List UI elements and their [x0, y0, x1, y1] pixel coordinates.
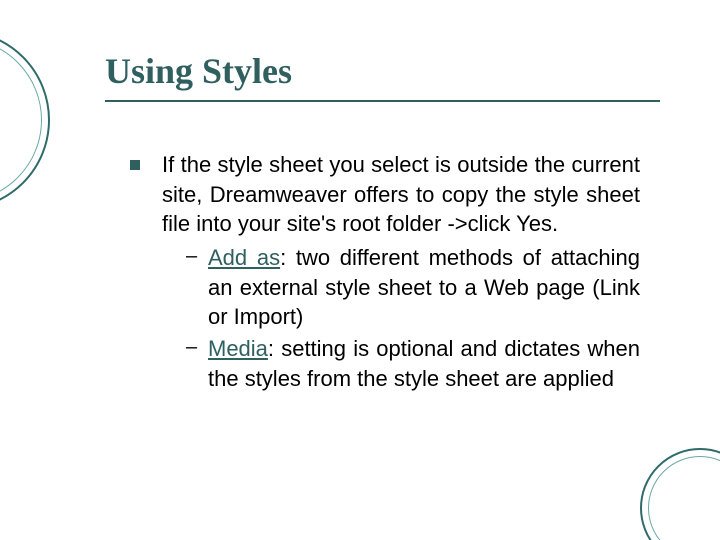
slide-title: Using Styles — [105, 50, 660, 98]
sub-list: – Add as: two different methods of attac… — [186, 243, 640, 393]
bullet-item: If the style sheet you select is outside… — [130, 150, 640, 394]
square-bullet-icon — [130, 160, 140, 170]
dash-bullet-icon: – — [186, 245, 202, 268]
dash-bullet-icon: – — [186, 336, 202, 359]
title-underline — [105, 100, 660, 102]
sub-keyword: Media — [208, 336, 268, 361]
decorative-ring-bottom-right — [640, 448, 720, 540]
sub-text: Add as: two different methods of attachi… — [208, 243, 640, 332]
title-block: Using Styles — [105, 50, 660, 102]
sub-item: – Media: setting is optional and dictate… — [186, 334, 640, 393]
sub-item: – Add as: two different methods of attac… — [186, 243, 640, 332]
body: If the style sheet you select is outside… — [130, 150, 640, 394]
slide: Using Styles If the style sheet you sele… — [0, 0, 720, 540]
bullet-content: If the style sheet you select is outside… — [162, 150, 640, 394]
sub-text: Media: setting is optional and dictates … — [208, 334, 640, 393]
sub-rest: : setting is optional and dictates when … — [208, 336, 640, 391]
bullet-text: If the style sheet you select is outside… — [162, 150, 640, 239]
sub-keyword: Add as — [208, 245, 280, 270]
decorative-ring-left — [0, 30, 50, 210]
